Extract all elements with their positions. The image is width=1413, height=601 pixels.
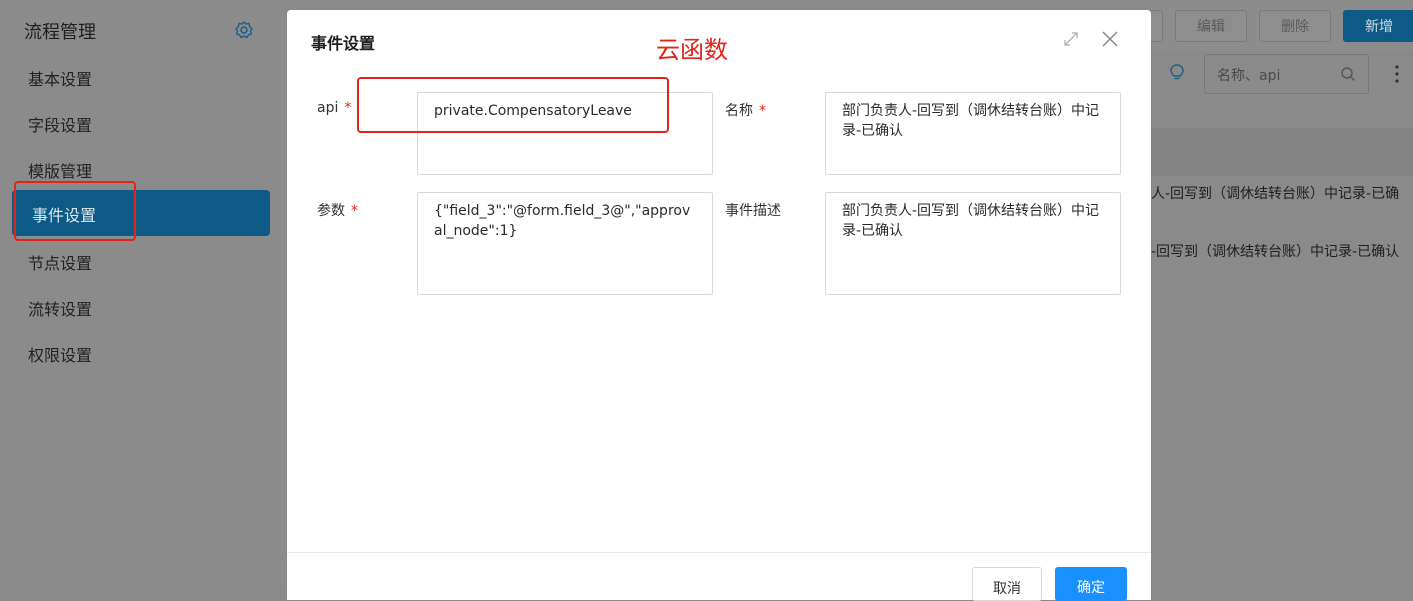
add-button[interactable]: 新增: [1343, 10, 1413, 42]
description-label: 事件描述: [725, 203, 781, 219]
sidebar-item-nodes[interactable]: 节点设置: [28, 250, 92, 274]
params-label-text: 参数: [317, 203, 345, 219]
table-row[interactable]: 人-回写到（调休结转台账）中记录-已确: [1151, 183, 1399, 203]
sidebar: 流程管理 基本设置 字段设置 模版管理 事件设置 节点设置 流转设置 权限设置: [0, 0, 287, 583]
required-mark: *: [351, 203, 358, 219]
delete-button[interactable]: 删除: [1259, 10, 1331, 42]
more-vertical-icon[interactable]: [1394, 64, 1400, 84]
sidebar-item-fields[interactable]: 字段设置: [28, 112, 92, 136]
lightbulb-icon[interactable]: [1169, 64, 1185, 82]
expand-icon[interactable]: [1062, 30, 1080, 48]
sidebar-item-basic[interactable]: 基本设置: [28, 66, 92, 90]
background-content: 编辑 删除 新增 名称、api 人-回写到（调休结转台账）中记录-已确 -回写到…: [1151, 0, 1413, 583]
required-mark: *: [759, 103, 766, 119]
params-input[interactable]: {"field_3":"@form.field_3@","approval_no…: [417, 192, 713, 295]
event-settings-modal: 事件设置 云函数 api * private.CompensatoryLeave …: [287, 10, 1151, 601]
description-input[interactable]: 部门负责人-回写到（调休结转台账）中记录-已确认: [825, 192, 1121, 295]
sidebar-item-flow[interactable]: 流转设置: [28, 296, 92, 320]
params-label: 参数 *: [317, 200, 358, 220]
cancel-button[interactable]: 取消: [972, 567, 1042, 601]
annotation-label: 云函数: [656, 36, 728, 64]
name-input[interactable]: 部门负责人-回写到（调休结转台账）中记录-已确认: [825, 92, 1121, 175]
name-label-text: 名称: [725, 103, 753, 119]
annotation-highlight-box: [357, 77, 669, 133]
modal-footer-divider: [287, 552, 1151, 553]
table-row[interactable]: -回写到（调休结转台账）中记录-已确认: [1151, 241, 1399, 261]
search-icon: [1341, 67, 1355, 81]
annotation-highlight-box: [14, 181, 136, 241]
search-placeholder: 名称、api: [1217, 68, 1281, 84]
sidebar-item-templates[interactable]: 模版管理: [28, 158, 92, 182]
sidebar-item-permissions[interactable]: 权限设置: [28, 342, 92, 366]
hidden-button-fragment[interactable]: [1151, 10, 1163, 42]
search-input[interactable]: 名称、api: [1204, 54, 1369, 94]
table-header: [1151, 128, 1413, 176]
sidebar-title: 流程管理: [24, 22, 96, 43]
edit-button[interactable]: 编辑: [1175, 10, 1247, 42]
ok-button[interactable]: 确定: [1055, 567, 1127, 601]
api-label-text: api: [317, 100, 339, 116]
close-icon[interactable]: [1101, 30, 1119, 48]
gear-icon[interactable]: [234, 20, 254, 40]
modal-title: 事件设置: [311, 34, 376, 53]
required-mark: *: [344, 100, 352, 116]
name-label: 名称 *: [725, 100, 766, 120]
api-label: api *: [317, 100, 351, 116]
